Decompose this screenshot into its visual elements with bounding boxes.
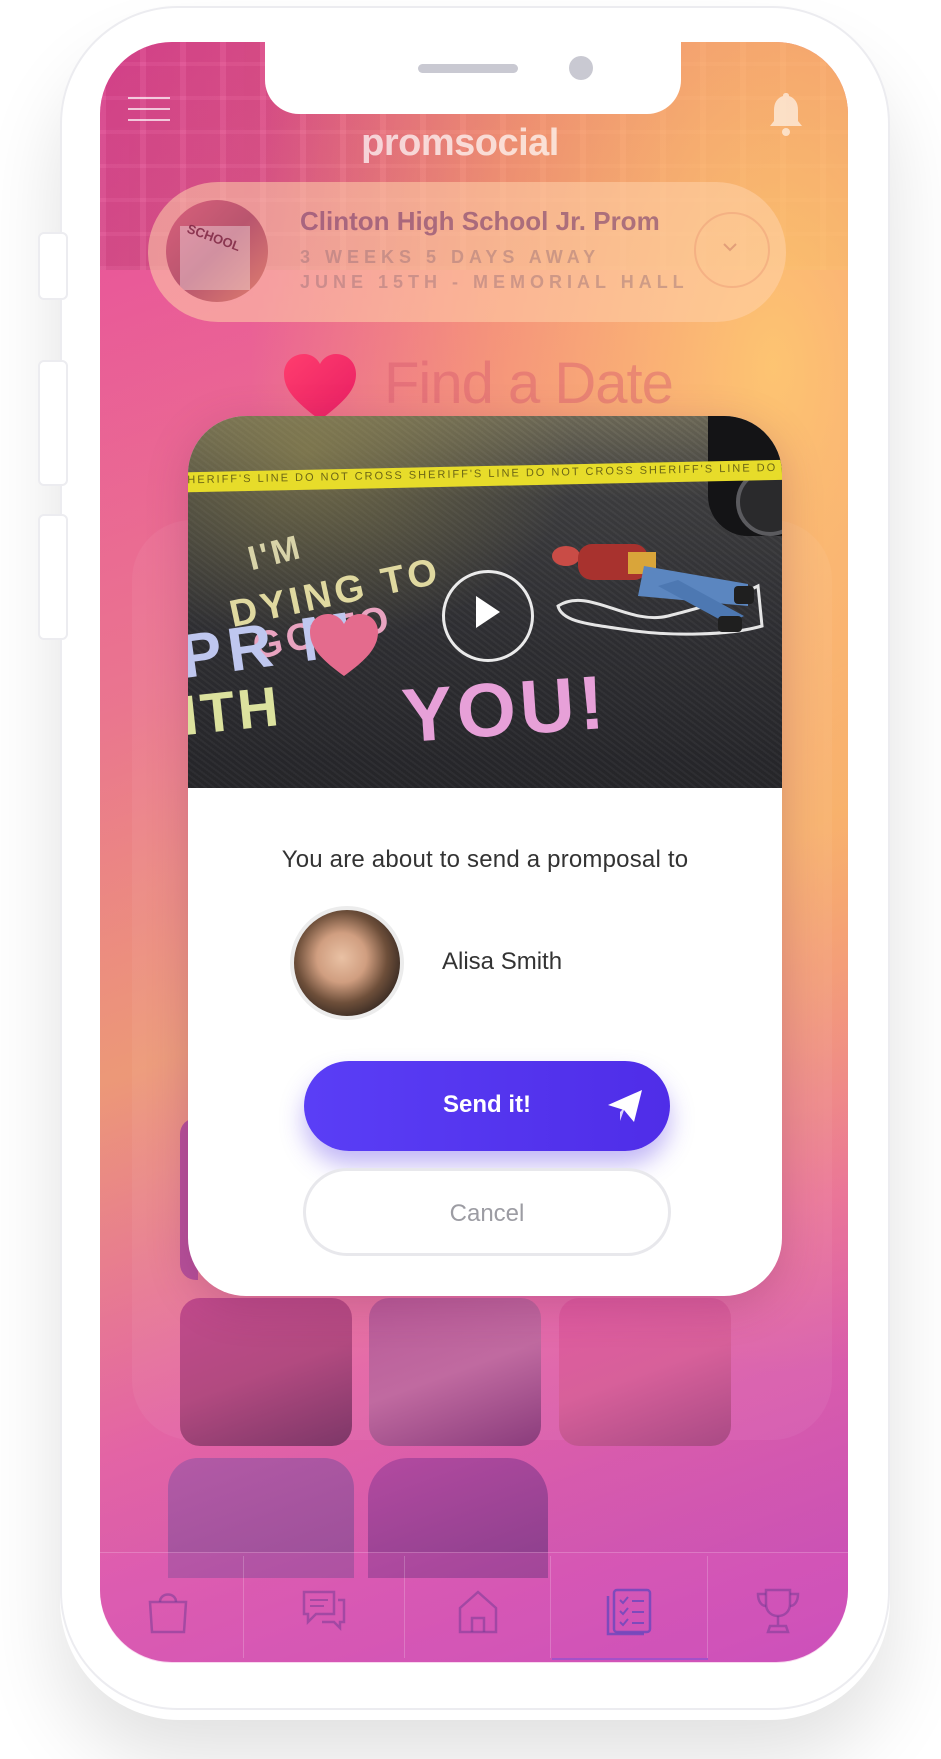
send-button[interactable]: Send it! <box>304 1061 670 1151</box>
volume-down-button <box>38 514 68 640</box>
trophy-icon[interactable] <box>756 1586 800 1636</box>
home-icon[interactable] <box>454 1586 502 1636</box>
page-title: Find a Date <box>384 351 674 416</box>
active-tab-indicator <box>552 1658 708 1660</box>
video-chalk-text: I'M <box>244 527 307 579</box>
chevron-down-icon <box>723 243 737 252</box>
tab-divider <box>404 1556 405 1658</box>
recipient-name: Alisa Smith <box>442 948 563 975</box>
bell-icon[interactable] <box>768 91 804 137</box>
event-dropdown-button[interactable] <box>694 212 770 288</box>
speaker-grille <box>418 64 518 73</box>
menu-icon[interactable] <box>128 97 172 123</box>
volume-up-button <box>38 360 68 486</box>
video-chalk-text: YOU! <box>399 659 611 760</box>
play-icon <box>476 596 500 628</box>
video-person <box>552 544 764 636</box>
app-logo: promsocial <box>361 122 559 164</box>
promposal-prompt: You are about to send a promposal to <box>281 846 689 873</box>
video-chalk-text: ITH <box>188 673 285 748</box>
cancel-button[interactable]: Cancel <box>303 1168 671 1256</box>
tab-divider <box>550 1556 551 1658</box>
event-details: JUNE 15TH - MEMORIAL HALL <box>300 272 689 292</box>
device-notch <box>265 42 681 114</box>
checklist-icon[interactable] <box>604 1586 654 1636</box>
profile-thumb[interactable] <box>369 1298 541 1446</box>
front-camera <box>569 56 593 80</box>
video-caution-tape: SHERIFF'S LINE DO NOT CROSS SHERIFF'S LI… <box>188 459 782 493</box>
profile-thumb[interactable] <box>180 1298 352 1446</box>
shop-icon[interactable] <box>144 1586 192 1636</box>
tab-divider <box>243 1556 244 1658</box>
chalk-heart-icon <box>310 614 378 676</box>
event-title: Clinton High School Jr. Prom <box>300 206 660 236</box>
paper-plane-icon <box>608 1090 642 1122</box>
messages-icon[interactable] <box>300 1586 348 1636</box>
tab-divider <box>707 1556 708 1658</box>
school-avatar: SCHOOL <box>166 200 268 302</box>
recipient-avatar <box>290 906 404 1020</box>
promposal-modal: SHERIFF'S LINE DO NOT CROSS SHERIFF'S LI… <box>188 416 782 1296</box>
heart-icon <box>284 354 356 420</box>
mute-switch <box>38 232 68 300</box>
promposal-video[interactable]: SHERIFF'S LINE DO NOT CROSS SHERIFF'S LI… <box>188 416 782 788</box>
event-countdown: 3 WEEKS 5 DAYS AWAY <box>300 247 601 267</box>
cancel-button-label: Cancel <box>449 1200 525 1227</box>
profile-thumb[interactable] <box>559 1298 731 1446</box>
